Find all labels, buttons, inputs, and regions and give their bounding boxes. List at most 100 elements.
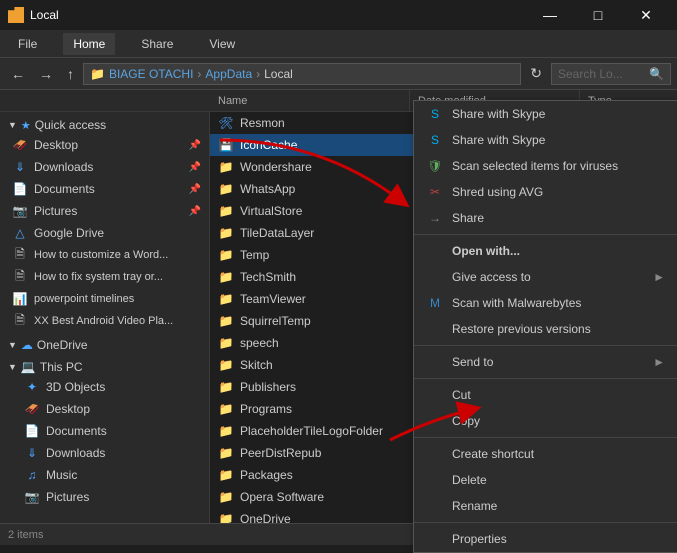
ctx-scan-malware[interactable]: M Scan with Malwarebytes <box>414 290 677 316</box>
ctx-label-cut: Cut <box>452 388 471 402</box>
sidebar-item-documents[interactable]: 📄 Documents 📌 <box>0 178 209 200</box>
ctx-copy[interactable]: Copy <box>414 408 677 434</box>
ctx-sep-5 <box>414 522 677 523</box>
sidebar-item-pictures2[interactable]: 📷 Pictures <box>0 486 209 508</box>
sidebar-item-video[interactable]: 🗎 XX Best Android Video Pla... <box>0 310 209 332</box>
maximize-button[interactable]: □ <box>575 0 621 30</box>
breadcrumb[interactable]: 📁 BIAGE OTACHI › AppData › Local <box>83 63 521 85</box>
sidebar-item-downloads[interactable]: ⇓ Downloads 📌 <box>0 156 209 178</box>
ctx-share-skype-2[interactable]: S Share with Skype <box>414 127 677 153</box>
sidebar-item-downloads2[interactable]: ⇓ Downloads <box>0 442 209 464</box>
ctx-share-skype-1[interactable]: S Share with Skype <box>414 101 677 127</box>
back-button[interactable]: ← <box>6 64 30 84</box>
folder-icon-temp: 📁 <box>218 247 234 263</box>
ctx-open-with[interactable]: Open with... <box>414 238 677 264</box>
sidebar-item-pictures[interactable]: 📷 Pictures 📌 <box>0 200 209 222</box>
folder-icon-packages: 📁 <box>218 467 234 483</box>
folder-icon-techsmith: 📁 <box>218 269 234 285</box>
sidebar-music-label: Music <box>46 468 77 482</box>
pin-icon-3: 📌 <box>189 184 201 195</box>
folder-icon-programs: 📁 <box>218 401 234 417</box>
ctx-scan-virus[interactable]: 🛡 Scan selected items for viruses <box>414 153 677 179</box>
tab-file[interactable]: File <box>8 33 47 55</box>
folder-icon-placeholder: 📁 <box>218 423 234 439</box>
ctx-shred-avg[interactable]: ✂ Shred using AVG <box>414 179 677 205</box>
sidebar-item-ppt[interactable]: 📊 powerpoint timelines <box>0 288 209 310</box>
sidebar-item-3d[interactable]: ✦ 3D Objects <box>0 376 209 398</box>
tab-home[interactable]: Home <box>63 33 115 55</box>
ctx-create-shortcut[interactable]: Create shortcut <box>414 441 677 467</box>
chevron-down-icon-2: ▼ <box>8 362 17 372</box>
sidebar-item-documents2[interactable]: 📄 Documents <box>0 420 209 442</box>
breadcrumb-part-1[interactable]: BIAGE OTACHI <box>109 67 193 81</box>
ctx-label-properties: Properties <box>452 532 507 546</box>
onedrive-label: OneDrive <box>37 338 88 352</box>
music-icon: ♫ <box>24 467 40 483</box>
breadcrumb-sep-1: › <box>197 67 201 81</box>
scan-icon: 🛡 <box>426 158 444 174</box>
ctx-restore-versions[interactable]: Restore previous versions <box>414 316 677 342</box>
breadcrumb-part-3[interactable]: Local <box>264 67 293 81</box>
ctx-label-create-shortcut: Create shortcut <box>452 447 534 461</box>
ctx-label-scan-virus: Scan selected items for viruses <box>452 159 618 173</box>
ctx-sep-3 <box>414 378 677 379</box>
ctx-delete[interactable]: Delete <box>414 467 677 493</box>
sidebar-drive-label: Google Drive <box>34 226 104 240</box>
ctx-give-access[interactable]: Give access to ► <box>414 264 677 290</box>
rename-icon <box>426 498 444 514</box>
ctx-send-to[interactable]: Send to ► <box>414 349 677 375</box>
search-box[interactable]: Search Lo... 🔍 <box>551 63 671 85</box>
address-bar: ← → ↑ 📁 BIAGE OTACHI › AppData › Local ↻… <box>0 58 677 90</box>
ctx-share[interactable]: → Share <box>414 205 677 231</box>
folder-icon-skitch: 📁 <box>218 357 234 373</box>
quick-access-header[interactable]: ▼ ★ Quick access <box>0 112 209 134</box>
ctx-label-share: Share <box>452 211 484 225</box>
up-button[interactable]: ↑ <box>62 64 79 84</box>
sidebar-doc2-label: How to fix system tray or... <box>34 271 163 283</box>
col-header-name[interactable]: Name <box>210 90 410 111</box>
folder-icon-speech: 📁 <box>218 335 234 351</box>
folder-icon-teamviewer: 📁 <box>218 291 234 307</box>
refresh-button[interactable]: ↻ <box>525 63 547 84</box>
ctx-cut[interactable]: Cut <box>414 382 677 408</box>
search-icon[interactable]: 🔍 <box>649 67 664 81</box>
close-button[interactable]: ✕ <box>623 0 669 30</box>
ctx-sep-1 <box>414 234 677 235</box>
sidebar-item-desktop2[interactable]: 🛷 Desktop <box>0 398 209 420</box>
malware-icon: M <box>426 295 444 311</box>
ctx-label-rename: Rename <box>452 499 497 513</box>
ctx-label-share-skype-2: Share with Skype <box>452 133 545 147</box>
breadcrumb-part-2[interactable]: AppData <box>205 67 252 81</box>
pictures-icon-2: 📷 <box>24 489 40 505</box>
onedrive-header[interactable]: ▼ ☁ OneDrive <box>0 332 209 354</box>
thispc-header[interactable]: ▼ 💻 This PC <box>0 354 209 376</box>
sidebar-desktop2-label: Desktop <box>46 402 90 416</box>
minimize-button[interactable]: — <box>527 0 573 30</box>
skype-icon-1: S <box>426 106 444 122</box>
folder-icon-squirreltemp: 📁 <box>218 313 234 329</box>
breadcrumb-sep-2: › <box>256 67 260 81</box>
sidebar-item-desktop[interactable]: 🛷 Desktop 📌 <box>0 134 209 156</box>
ctx-properties[interactable]: Properties <box>414 526 677 552</box>
sidebar-item-doc1[interactable]: 🗎 How to customize a Word... <box>0 244 209 266</box>
thispc-label: This PC <box>40 360 83 374</box>
chevron-down-icon: ▼ <box>8 120 17 130</box>
documents-icon: 📄 <box>12 181 28 197</box>
share-icon: → <box>426 210 444 226</box>
shortcut-icon <box>426 446 444 462</box>
pin-icon-2: 📌 <box>189 162 201 173</box>
send-to-icon <box>426 354 444 370</box>
sidebar-item-google-drive[interactable]: △ Google Drive <box>0 222 209 244</box>
sidebar-item-music[interactable]: ♫ Music <box>0 464 209 486</box>
sidebar-doc1-label: How to customize a Word... <box>34 249 168 261</box>
folder-icon-tiledatalayer: 📁 <box>218 225 234 241</box>
downloads-icon-2: ⇓ <box>24 445 40 461</box>
search-placeholder: Search Lo... <box>558 67 623 81</box>
tab-view[interactable]: View <box>199 33 245 55</box>
ctx-rename[interactable]: Rename <box>414 493 677 519</box>
ctx-label-restore-versions: Restore previous versions <box>452 322 591 336</box>
folder-icon-whatsapp: 📁 <box>218 181 234 197</box>
sidebar-item-doc2[interactable]: 🗎 How to fix system tray or... <box>0 266 209 288</box>
tab-share[interactable]: Share <box>131 33 183 55</box>
forward-button[interactable]: → <box>34 64 58 84</box>
